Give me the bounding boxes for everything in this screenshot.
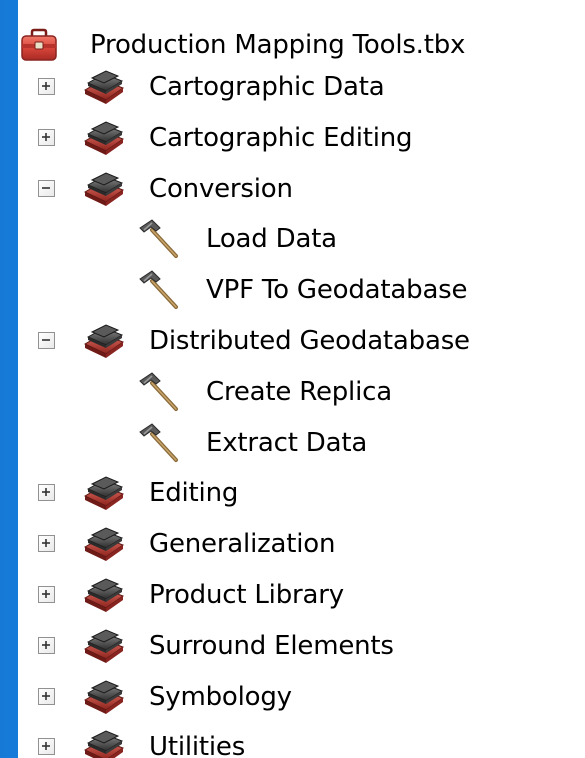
tool-item-vpf-to-geodatabase[interactable]: VPF To Geodatabase: [18, 264, 578, 316]
expand-toggle-icon[interactable]: [38, 636, 55, 654]
expand-toggle-icon[interactable]: [38, 484, 55, 502]
toolset-icon: [82, 70, 126, 104]
collapse-toggle-icon[interactable]: [38, 332, 55, 349]
toolset-icon: [82, 680, 126, 714]
tool-label: Load Data: [206, 224, 337, 255]
expand-toggle-icon[interactable]: [38, 78, 55, 95]
expand-toggle-icon[interactable]: [38, 128, 55, 146]
tool-hammer-icon: [138, 371, 180, 413]
toolset-icon: [82, 172, 126, 206]
toolset-icon: [82, 121, 126, 155]
toolset-item-cartographic-editing[interactable]: Cartographic Editing: [18, 112, 578, 164]
tool-label: VPF To Geodatabase: [206, 275, 468, 306]
toolset-label: Editing: [149, 478, 239, 509]
toolset-label: Generalization: [149, 529, 336, 560]
toolset-item-utilities[interactable]: Utilities: [18, 721, 578, 758]
toolset-item-cartographic-data[interactable]: Cartographic Data: [18, 61, 578, 113]
tool-item-extract-data[interactable]: Extract Data: [18, 417, 578, 469]
toolset-icon: [82, 527, 126, 562]
toolset-label: Product Library: [149, 580, 344, 610]
tool-hammer-icon: [138, 269, 180, 311]
toolset-label: Cartographic Data: [149, 72, 385, 102]
toolset-item-conversion[interactable]: Conversion: [18, 163, 578, 215]
toolset-item-symbology[interactable]: Symbology: [18, 671, 578, 723]
toolset-label: Distributed Geodatabase: [149, 326, 470, 356]
toolset-label: Cartographic Editing: [149, 122, 413, 153]
expand-toggle-icon[interactable]: [38, 586, 55, 603]
tool-hammer-icon: [138, 218, 180, 260]
tool-label: Create Replica: [206, 376, 392, 407]
expand-toggle-icon[interactable]: [38, 687, 55, 705]
expand-toggle-icon[interactable]: [38, 738, 55, 756]
toolset-label: Surround Elements: [149, 630, 394, 661]
toolset-icon: [82, 578, 126, 612]
collapse-toggle-icon[interactable]: [38, 179, 55, 197]
toolset-label: Utilities: [149, 732, 246, 758]
toolset-item-product-library[interactable]: Product Library: [18, 569, 578, 621]
tool-item-create-replica[interactable]: Create Replica: [18, 366, 578, 418]
tool-label: Extract Data: [206, 427, 368, 458]
tool-hammer-icon: [138, 422, 180, 464]
toolset-label: Symbology: [149, 681, 292, 712]
toolset-item-distributed-geodatabase[interactable]: Distributed Geodatabase: [18, 315, 578, 367]
toolset-item-editing[interactable]: Editing: [18, 467, 578, 519]
toolbox-tree-panel: Production Mapping Tools.tbx Cartographi…: [18, 0, 585, 758]
toolset-label: Conversion: [149, 173, 293, 204]
toolset-icon: [82, 476, 126, 511]
tool-item-load-data[interactable]: Load Data: [18, 213, 578, 265]
toolset-icon: [82, 730, 126, 758]
expand-toggle-icon[interactable]: [38, 535, 55, 553]
toolset-icon: [82, 629, 126, 663]
toolset-item-generalization[interactable]: Generalization: [18, 518, 578, 570]
toolbox-icon: [20, 28, 58, 62]
toolset-item-surround-elements[interactable]: Surround Elements: [18, 620, 578, 672]
toolset-icon: [82, 324, 126, 358]
